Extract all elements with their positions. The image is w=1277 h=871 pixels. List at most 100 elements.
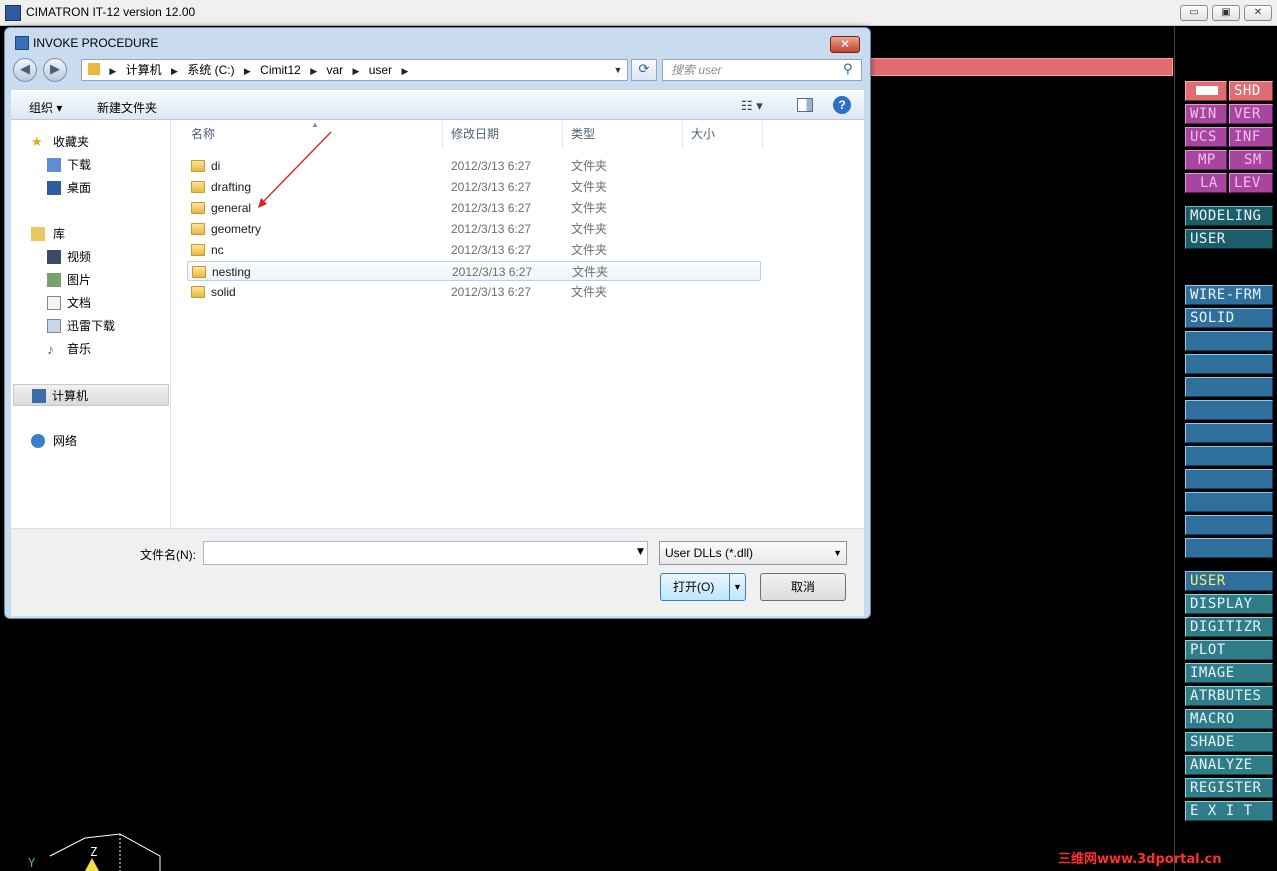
menu-empty-slot[interactable] [1185,492,1273,512]
menu-plot[interactable]: PLOT [1185,640,1273,660]
preview-pane-icon[interactable] [797,98,813,112]
menu-atrbutes[interactable]: ATRBUTES [1185,686,1273,706]
menu-solid[interactable]: SOLID [1185,308,1273,328]
file-row[interactable]: solid 2012/3/13 6:27 文件夹 [187,282,761,302]
menu-la[interactable]: LA [1185,173,1227,193]
thunder-download-icon [47,319,61,333]
cancel-button[interactable]: 取消 [760,573,846,601]
menu-empty-slot[interactable] [1185,354,1273,374]
search-input[interactable]: 搜索 user [662,59,862,81]
menu-user-context[interactable]: USER [1185,229,1273,249]
maximize-button[interactable]: ▣ [1212,5,1240,21]
folder-icon [191,223,205,235]
menu-analyze[interactable]: ANALYZE [1185,755,1273,775]
breadcrumb-user[interactable]: user [369,60,392,80]
sort-ascending-icon: ▲ [311,120,319,129]
menu-image[interactable]: IMAGE [1185,663,1273,683]
file-type-value: User DLLs (*.dll) [665,546,754,560]
sidebar-item-documents[interactable]: 文档 [11,292,169,314]
sidebar-item-downloads[interactable]: 下载 [11,154,169,176]
organize-button[interactable]: 组织 ▾ [29,99,62,116]
menu-mp[interactable]: MP [1185,150,1227,170]
toolbar: 组织 ▾ 新建文件夹 ☷ ▾ ? [11,90,864,120]
menu-wire-frm[interactable]: WIRE-FRM [1185,285,1273,305]
menu-empty-slot[interactable] [1185,515,1273,535]
file-row[interactable]: di 2012/3/13 6:27 文件夹 [187,156,761,176]
sidebar-item-network[interactable]: 网络 [11,430,169,452]
folder-icon [191,202,205,214]
menu-win[interactable]: WIN [1185,104,1227,124]
menu-shd[interactable]: SHD [1229,81,1273,101]
sidebar-item-music[interactable]: ♪ 音乐 [11,338,169,360]
sidebar-item-computer[interactable]: 计算机 [13,384,169,406]
help-icon[interactable]: ? [833,96,851,114]
menu-shade[interactable]: SHADE [1185,732,1273,752]
sidebar-item-libraries[interactable]: 库 [11,223,169,245]
menu-sm[interactable]: SM [1229,150,1273,170]
breadcrumb-separator-icon: ▶ [401,66,409,76]
menu-user[interactable]: USER [1185,571,1273,591]
refresh-button[interactable]: ⟳ [631,59,657,81]
menu-lev[interactable]: LEV [1229,173,1273,193]
column-header-date[interactable]: 修改日期 [443,120,563,148]
menu-ucs[interactable]: UCS [1185,127,1227,147]
chevron-down-icon[interactable]: ▼ [611,62,625,78]
file-row[interactable]: nesting 2012/3/13 6:27 文件夹 [187,261,761,281]
menu-empty-slot[interactable] [1185,538,1273,558]
menu-display[interactable]: DISPLAY [1185,594,1273,614]
dialog-icon [15,36,29,50]
search-icon[interactable]: ⚲ [843,62,853,77]
column-header-type[interactable]: 类型 [563,120,683,148]
file-type-select[interactable]: User DLLs (*.dll) ▼ [659,541,847,565]
computer-icon [32,389,46,403]
back-button[interactable]: ◀ [13,58,37,82]
menu-empty-slot[interactable] [1185,400,1273,420]
close-button[interactable]: ✕ [1244,5,1272,21]
breadcrumb-var[interactable]: var [326,60,343,80]
dialog-close-button[interactable]: ✕ [830,36,860,53]
menu-empty-slot[interactable] [1185,446,1273,466]
menu-blank-red[interactable] [1185,81,1227,101]
sidebar-item-videos[interactable]: 视频 [11,246,169,268]
sidebar-item-desktop[interactable]: 桌面 [11,177,169,199]
column-header-size[interactable]: 大小 [683,120,763,148]
menu-inf[interactable]: INF [1229,127,1273,147]
breadcrumb-separator-icon: ▶ [109,66,117,76]
filename-input[interactable] [203,541,648,565]
file-row[interactable]: general 2012/3/13 6:27 文件夹 [187,198,761,218]
menu-empty-slot[interactable] [1185,377,1273,397]
sidebar-item-pictures[interactable]: 图片 [11,269,169,291]
menu-empty-slot[interactable] [1185,469,1273,489]
menu-macro[interactable]: MACRO [1185,709,1273,729]
breadcrumb-cimit12[interactable]: Cimit12 [260,60,301,80]
file-list: 名称 修改日期 类型 大小 ▲ di 2012/3/13 6:27 文件夹 dr… [171,120,864,528]
breadcrumb-drive-c[interactable]: 系统 (C:) [187,60,234,80]
file-row[interactable]: geometry 2012/3/13 6:27 文件夹 [187,219,761,239]
forward-button[interactable]: ▶ [43,58,67,82]
address-bar[interactable]: ▶ 计算机 ▶ 系统 (C:) ▶ Cimit12 ▶ var ▶ user ▶… [81,59,628,81]
views-icon[interactable]: ☷ ▾ [741,98,763,114]
menu-register[interactable]: REGISTER [1185,778,1273,798]
new-folder-button[interactable]: 新建文件夹 [97,99,157,116]
sidebar-item-favorites[interactable]: ★ 收藏夹 [11,131,169,153]
menu-exit[interactable]: E X I T [1185,801,1273,821]
menu-empty-slot[interactable] [1185,331,1273,351]
menu-empty-slot[interactable] [1185,423,1273,443]
chevron-down-icon[interactable]: ▼ [729,574,745,600]
menu-modeling[interactable]: MODELING [1185,206,1273,226]
chevron-down-icon: ▼ [833,548,842,558]
menu-ver[interactable]: VER [1229,104,1273,124]
file-row[interactable]: nc 2012/3/13 6:27 文件夹 [187,240,761,260]
chevron-down-icon[interactable]: ▼ [637,547,644,557]
menu-digitizr[interactable]: DIGITIZR [1185,617,1273,637]
breadcrumb-computer[interactable]: 计算机 [126,60,162,80]
sidebar-item-thunder-downloads[interactable]: 迅雷下载 [11,315,169,337]
file-row[interactable]: drafting 2012/3/13 6:27 文件夹 [187,177,761,197]
folder-icon [191,181,205,193]
breadcrumb-separator-icon: ▶ [310,66,318,76]
filename-label: 文件名(N): [140,548,196,562]
open-button[interactable]: 打开(O) ▼ [660,573,746,601]
download-folder-icon [47,158,61,172]
minimize-button[interactable]: ▭ [1180,5,1208,21]
picture-icon [47,273,61,287]
